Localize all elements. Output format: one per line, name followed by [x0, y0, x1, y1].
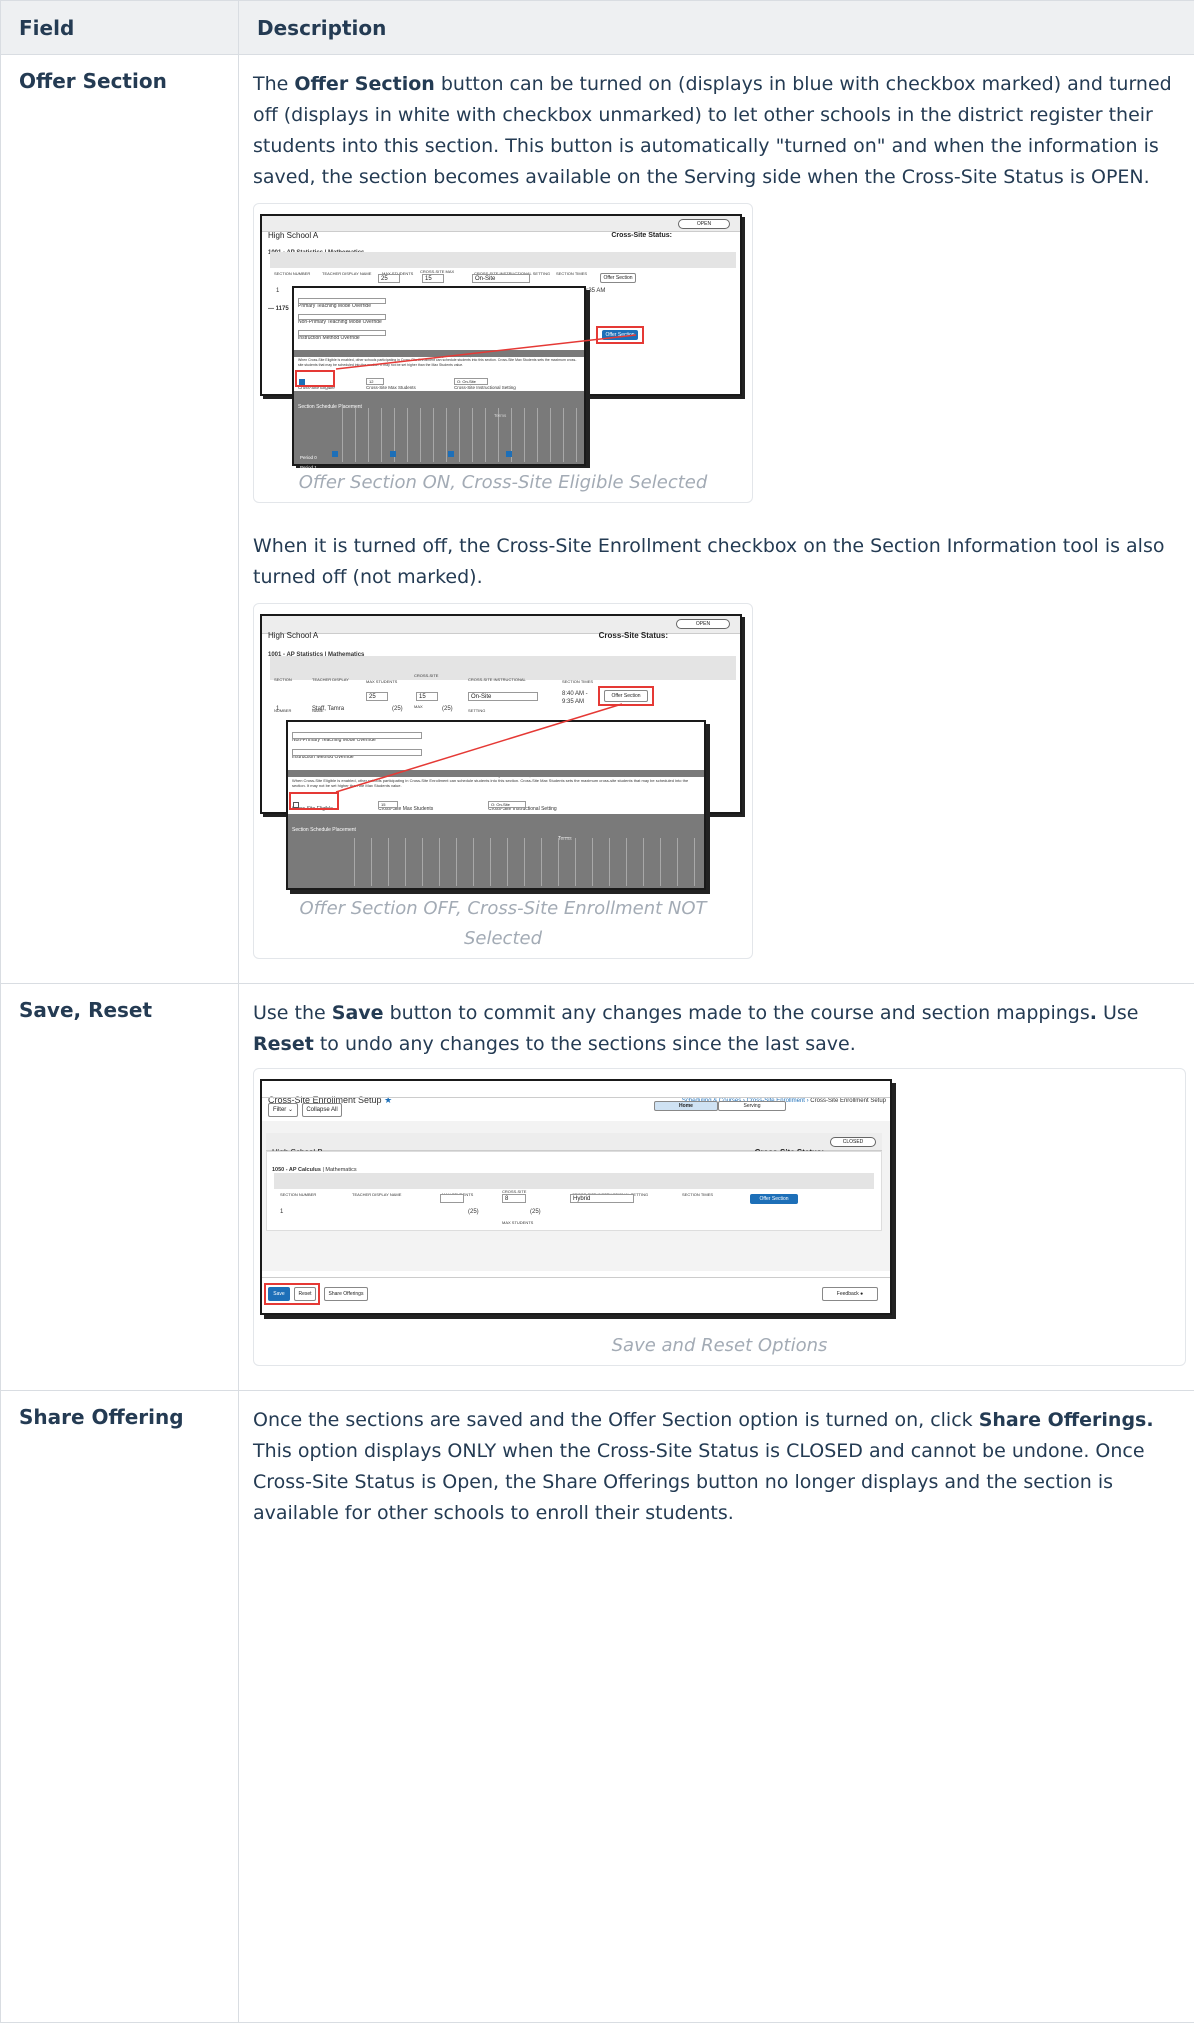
offer-paragraph-2: When it is turned off, the Cross-Site En… — [253, 531, 1180, 593]
text-span: The — [253, 73, 294, 95]
school-bar: High School B Cross-Site Status: CLOSED — [266, 1133, 882, 1151]
offer-section-button[interactable]: Offer Section — [750, 1194, 798, 1204]
row-cs-total: (25) — [530, 1197, 541, 1228]
main-window: Cross-Site Enrollment Setup ★ Scheduling… — [260, 1079, 892, 1315]
table-row: Save, Reset Use the Save button to commi… — [1, 984, 1194, 1391]
connector-arrow — [260, 614, 746, 894]
col-teacher: TEACHER DISPLAY NAME — [352, 1179, 401, 1210]
figure-save-reset: Cross-Site Enrollment Setup ★ Scheduling… — [253, 1068, 1186, 1366]
bold-span: Offer Section — [294, 73, 434, 95]
tab-serving[interactable]: Serving — [718, 1101, 786, 1111]
bold-span: Share Offerings. — [979, 1409, 1154, 1431]
description-share-offering: Once the sections are saved and the Offe… — [239, 1391, 1194, 2023]
filter-label: Filter — [273, 1107, 286, 1113]
figure-offer-on: High School A Cross-Site Status: OPEN 10… — [253, 203, 753, 503]
chevron-down-icon: ⌄ — [288, 1107, 293, 1113]
doc-table: Field Description Offer Section The Offe… — [0, 0, 1194, 2023]
bold-span: Save — [332, 1002, 384, 1024]
figure-offer-off: High School A Cross-Site Status: OPEN 10… — [253, 603, 753, 959]
caption-offer-on: Offer Section ON, Cross-Site Eligible Se… — [260, 468, 746, 498]
text-span: Use — [1097, 1002, 1139, 1024]
connector-arrow — [260, 214, 746, 468]
filter-button[interactable]: Filter ⌄ — [268, 1103, 298, 1117]
header-field: Field — [1, 1, 239, 55]
text-span: Once the sections are saved and the Offe… — [253, 1409, 979, 1431]
offer-paragraph-1: The Offer Section button can be turned o… — [253, 69, 1180, 193]
field-offer-section: Offer Section — [1, 55, 239, 984]
status-badge: CLOSED — [830, 1137, 876, 1147]
screenshot-save-reset: Cross-Site Enrollment Setup ★ Scheduling… — [260, 1079, 900, 1323]
bold-span: Reset — [253, 1033, 314, 1055]
row-max-total: (25) — [468, 1197, 479, 1228]
header-description: Description — [239, 1, 1194, 55]
save-paragraph: Use the Save button to commit any change… — [253, 998, 1180, 1060]
highlight-save-reset — [264, 1283, 320, 1305]
description-save-reset: Use the Save button to commit any change… — [239, 984, 1194, 1391]
comment-icon: ● — [860, 1291, 863, 1297]
screenshot-offer-on: High School A Cross-Site Status: OPEN 10… — [260, 214, 746, 468]
divider — [262, 1097, 890, 1098]
table-row: Share Offering Once the sections are sav… — [1, 1391, 1194, 2023]
max-students-input[interactable] — [440, 1194, 464, 1203]
share-paragraph: Once the sections are saved and the Offe… — [253, 1405, 1180, 1529]
description-offer-section: The Offer Section button can be turned o… — [239, 55, 1194, 984]
tab-home[interactable]: Home — [654, 1101, 718, 1111]
row-section: 1 — [280, 1197, 283, 1228]
text-span: This option displays ONLY when the Cross… — [253, 1440, 1145, 1524]
col-times: SECTION TIMES — [682, 1179, 713, 1210]
col-section: SECTION NUMBER — [280, 1179, 316, 1210]
feedback-label: Feedback — [837, 1291, 859, 1297]
field-save-reset: Save, Reset — [1, 984, 239, 1391]
screenshot-offer-off: High School A Cross-Site Status: OPEN 10… — [260, 614, 746, 894]
bold-span: . — [1090, 1002, 1097, 1024]
caption-save-reset: Save and Reset Options — [260, 1331, 1179, 1361]
caption-offer-off: Offer Section OFF, Cross-Site Enrollment… — [293, 894, 713, 954]
cs-max-input[interactable]: 8 — [502, 1194, 526, 1203]
feedback-button[interactable]: Feedback ● — [822, 1287, 878, 1301]
breadcrumb-current: Cross-Site Enrollment Setup — [810, 1098, 886, 1104]
setting-select[interactable]: Hybrid — [570, 1194, 634, 1203]
text-span: to undo any changes to the sections sinc… — [314, 1033, 856, 1055]
collapse-all-button[interactable]: Collapse All — [302, 1103, 342, 1117]
text-span: button to commit any changes made to the… — [384, 1002, 1090, 1024]
table-row: Offer Section The Offer Section button c… — [1, 55, 1194, 984]
text-span: Use the — [253, 1002, 332, 1024]
field-share-offering: Share Offering — [1, 1391, 239, 2023]
table-header-row: Field Description — [1, 1, 1194, 55]
share-offerings-button[interactable]: Share Offerings — [324, 1287, 368, 1301]
divider — [262, 1277, 890, 1278]
